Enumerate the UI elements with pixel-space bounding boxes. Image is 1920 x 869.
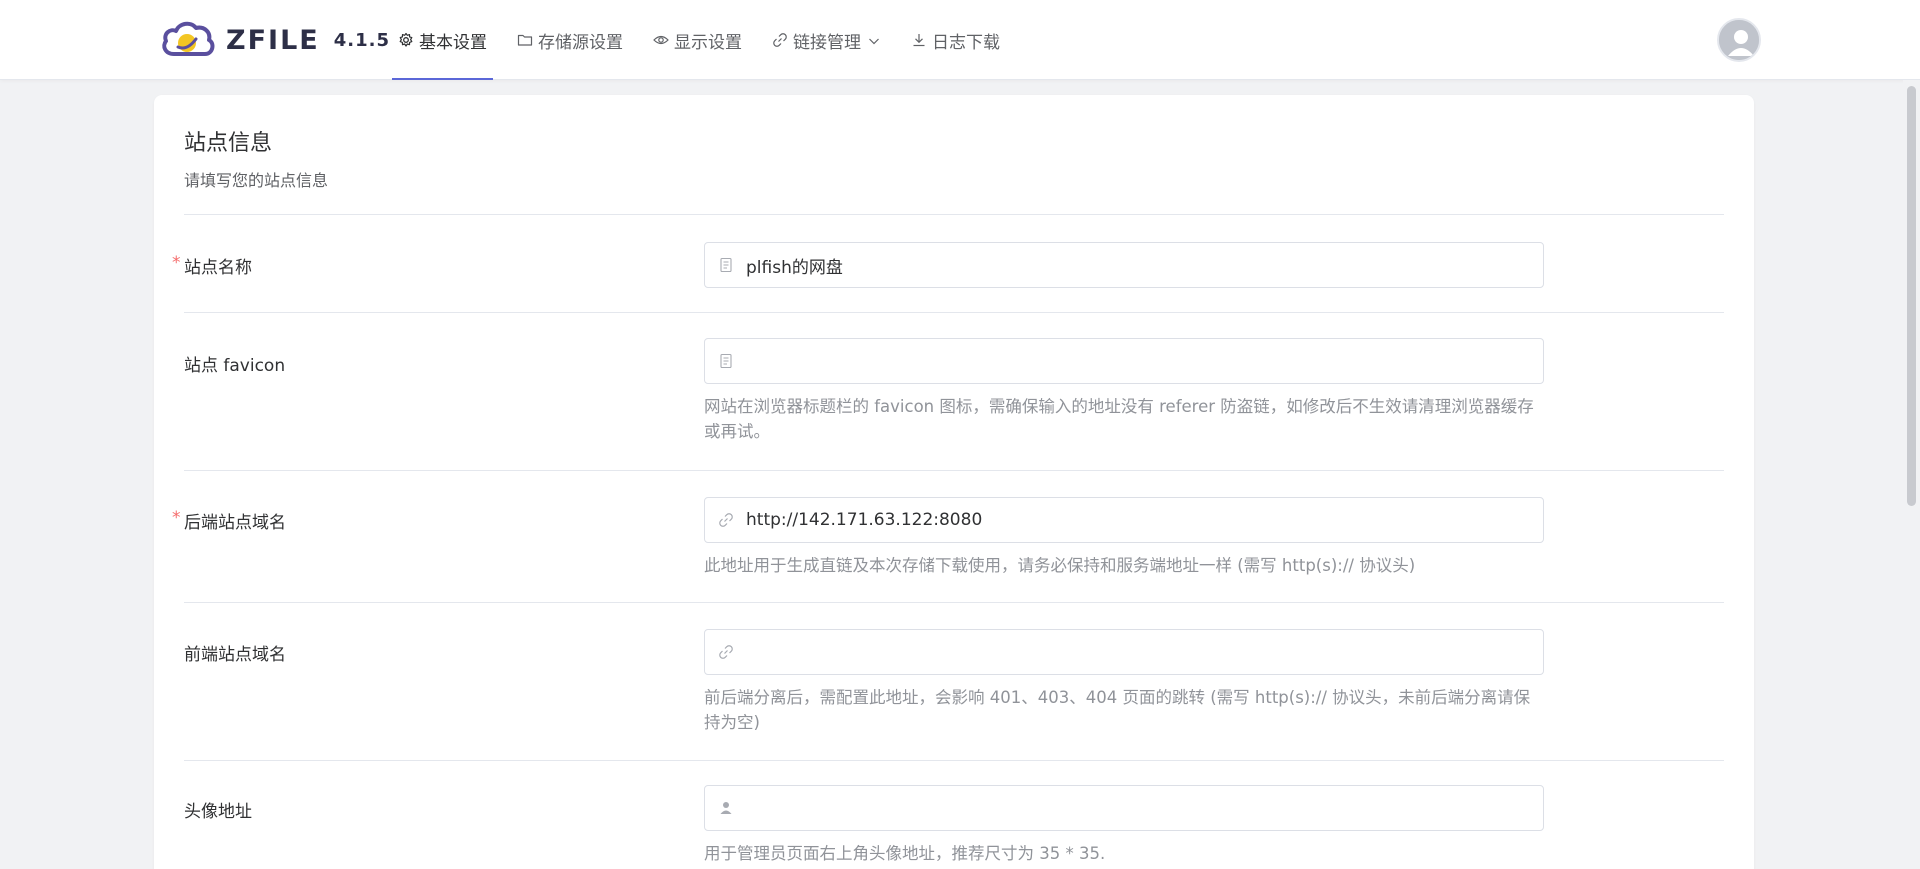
document-icon [718,353,734,369]
app-logo[interactable]: ZFILE 4.1.5 [160,20,390,60]
nav-label: 日志下载 [932,32,1000,53]
nav-label: 显示设置 [674,32,742,53]
avatar-url-input[interactable] [704,785,1544,831]
nav-log-download[interactable]: 日志下载 [905,0,1006,80]
nav-basic-settings[interactable]: 基本设置 [392,0,493,80]
frontend-domain-label: 前端站点域名 [184,645,286,665]
backend-domain-help-text: 此地址用于生成直链及本次存储下载使用，请务必保持和服务端地址一样 (需写 htt… [704,556,1416,575]
section-divider [184,214,1724,215]
link-icon [718,644,734,660]
field-divider [184,760,1724,761]
link-icon [772,32,788,48]
user-avatar-icon[interactable] [1717,18,1761,62]
link-icon [718,512,734,528]
nav-link-management[interactable]: 链接管理 [766,0,887,80]
cloud-logo-icon [160,20,216,60]
field-divider [184,602,1724,603]
favicon-label: 站点 favicon [184,356,286,376]
favicon-input[interactable] [704,338,1544,384]
folder-icon [517,32,533,48]
nav-label: 链接管理 [793,32,861,53]
frontend-domain-help-text: 前后端分离后，需配置此地址，会影响 401、403、404 页面的跳转 (需写 … [704,688,1531,732]
avatar-url-label: 头像地址 [184,802,252,822]
nav-display-settings[interactable]: 显示设置 [647,0,748,80]
backend-domain-value: http://142.171.63.122:8080 [746,510,983,530]
user-icon [718,800,734,816]
site-name-label-text: 站点名称 [184,258,252,278]
main-nav: 基本设置 存储源设置 显示设置 链接管理 日志下载 [392,0,1024,80]
backend-domain-input[interactable]: http://142.171.63.122:8080 [704,497,1544,543]
eye-icon [653,32,669,48]
frontend-domain-input[interactable] [704,629,1544,675]
field-divider [184,470,1724,471]
settings-card: 站点信息 请填写您的站点信息 * 站点名称 plfish的网盘 站点 favic… [154,95,1754,869]
download-icon [911,32,927,48]
document-icon [718,257,734,273]
gear-icon [398,32,414,48]
favicon-help-text: 网站在浏览器标题栏的 favicon 图标，需确保输入的地址没有 referer… [704,397,1534,441]
backend-domain-label: * 后端站点域名 [172,508,286,533]
field-divider [184,312,1724,313]
nav-label: 存储源设置 [538,32,623,53]
top-navbar: ZFILE 4.1.5 基本设置 存储源设置 显示设置 链接管理 日志下载 [0,0,1920,80]
backend-domain-label-text: 后端站点域名 [184,513,286,533]
logo-text: ZFILE [226,24,320,56]
nav-storage-settings[interactable]: 存储源设置 [511,0,629,80]
site-name-input[interactable]: plfish的网盘 [704,242,1544,288]
site-name-value: plfish的网盘 [746,257,843,278]
required-mark: * [172,253,181,273]
nav-label: 基本设置 [419,32,487,53]
page-scrollbar-thumb[interactable] [1907,86,1916,506]
required-mark: * [172,508,181,528]
avatar-url-help-text: 用于管理员页面右上角头像地址，推荐尺寸为 35 * 35. [704,844,1106,863]
version-label: 4.1.5 [333,29,390,51]
chevron-down-icon [867,33,881,47]
section-subtitle: 请填写您的站点信息 [184,171,329,190]
site-name-label: * 站点名称 [172,253,252,278]
section-title: 站点信息 [184,131,273,156]
